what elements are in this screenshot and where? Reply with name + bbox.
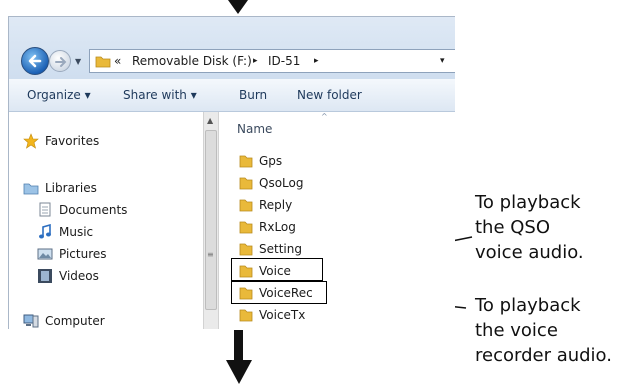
libraries-icon — [23, 183, 39, 195]
document-icon — [39, 202, 51, 217]
computer-icon — [23, 314, 39, 328]
forward-button[interactable] — [49, 50, 71, 72]
folder-icon — [239, 199, 253, 212]
film-strip-icon — [38, 269, 52, 283]
folder-name: VoiceTx — [259, 308, 306, 322]
share-with-button[interactable]: Share with ▾ — [123, 88, 197, 102]
callout-line: To playback — [475, 295, 581, 316]
nav-computer-label: Computer — [45, 314, 105, 328]
organize-button[interactable]: Organize ▾ — [27, 88, 91, 102]
folder-icon — [239, 177, 253, 190]
voicerec-highlight-box — [231, 281, 327, 304]
callout-line: the voice — [475, 320, 558, 341]
star-icon — [23, 133, 39, 149]
pictures-icon — [37, 248, 53, 260]
folder-name: Gps — [259, 154, 283, 168]
folder-name: Setting — [259, 242, 302, 256]
back-button[interactable] — [21, 47, 49, 75]
folder-name: RxLog — [259, 220, 296, 234]
nav-pictures-label: Pictures — [59, 247, 107, 261]
breadcrumb-id51[interactable]: ID-51 — [268, 54, 300, 68]
callout-qso-playback: To playback the QSO voice audio. — [475, 190, 584, 265]
folder-icon — [239, 155, 253, 168]
top-down-arrow — [228, 0, 248, 14]
command-bar: Organize ▾ Share with ▾ Burn New folder — [9, 79, 455, 112]
burn-button[interactable]: Burn — [239, 88, 267, 102]
scrollbar-thumb[interactable] — [205, 130, 217, 310]
bottom-down-arrow — [226, 330, 252, 384]
breadcrumb-overflow-icon[interactable]: « — [114, 54, 121, 68]
new-folder-button[interactable]: New folder — [297, 88, 362, 102]
scroll-up-icon[interactable]: ▲ — [207, 116, 213, 125]
voice-highlight-box — [231, 258, 323, 281]
nav-favorites-label: Favorites — [45, 134, 100, 148]
folder-icon — [239, 221, 253, 234]
back-arrow-icon — [28, 54, 42, 68]
music-note-icon — [39, 224, 51, 239]
breadcrumb-removable-disk[interactable]: Removable Disk (F:) — [132, 54, 252, 68]
folder-name: QsoLog — [259, 176, 304, 190]
scrollbar-grip-icon: ≡ — [207, 250, 214, 259]
callout-line: recorder audio. — [475, 345, 612, 366]
breadcrumb-separator-icon[interactable]: ▸ — [253, 56, 258, 66]
column-header-name[interactable]: Name — [237, 122, 272, 136]
nav-libraries-label: Libraries — [45, 181, 97, 195]
address-dropdown-icon[interactable]: ▾ — [440, 56, 445, 66]
forward-arrow-icon — [55, 57, 67, 67]
navigation-pane: Favorites Libraries Documents Music Pict… — [9, 112, 203, 329]
folder-icon — [239, 243, 253, 256]
callout-recorder-playback: To playback the voice recorder audio. — [475, 293, 612, 368]
recent-pages-dropdown-icon[interactable]: ▼ — [75, 57, 81, 66]
callout-line: voice audio. — [475, 242, 584, 263]
address-toolbar: ▼ « Removable Disk (F:) ▸ ID-51 ▸ ▾ — [9, 17, 455, 79]
callout-line: the QSO — [475, 217, 551, 238]
nav-documents-label: Documents — [59, 203, 128, 217]
folder-icon — [239, 309, 253, 322]
sort-ascending-icon: ^ — [321, 112, 328, 121]
nav-music-label: Music — [59, 225, 94, 239]
nav-pane-scrollbar[interactable]: ▲ ≡ — [203, 112, 219, 329]
breadcrumb-separator-icon[interactable]: ▸ — [314, 56, 319, 66]
folder-icon — [95, 56, 111, 68]
folder-name: Reply — [259, 198, 293, 212]
nav-videos-label: Videos — [59, 269, 99, 283]
callout-line: To playback — [475, 192, 581, 213]
address-bar[interactable]: « Removable Disk (F:) ▸ ID-51 ▸ ▾ — [89, 49, 455, 73]
